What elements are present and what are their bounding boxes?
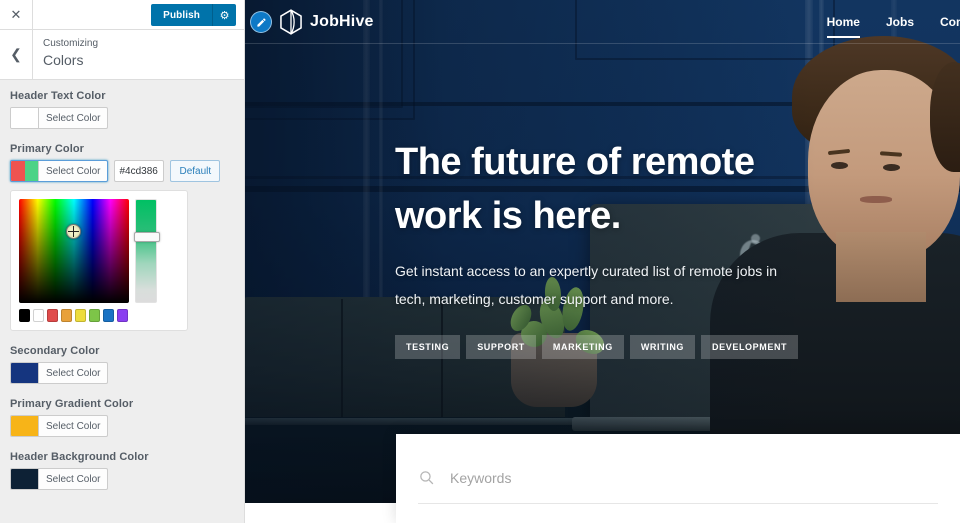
control-label: Secondary Color (10, 345, 100, 357)
select-color-button[interactable]: Select Color (10, 415, 109, 437)
screen: ✕ Publish ⚙ ❮ Customizing Colors Header … (0, 0, 960, 523)
control-secondary-color: Secondary Color Select Color (10, 345, 234, 384)
control-label: Header Background Color (10, 451, 149, 463)
customizer-sidebar: ✕ Publish ⚙ ❮ Customizing Colors Header … (0, 0, 245, 523)
palette-swatch[interactable] (19, 309, 30, 322)
select-color-label: Select Color (46, 420, 101, 432)
brand: JobHive (245, 9, 374, 35)
control-header-background-color: Header Background Color Select Color (10, 451, 234, 490)
pencil-edit-icon[interactable] (250, 11, 272, 33)
panel-title: Colors (43, 52, 84, 68)
select-color-label: Select Color (46, 112, 101, 124)
customizing-label: Customizing (43, 38, 99, 49)
site-nav: Home Jobs Comp (826, 0, 960, 44)
picker-cursor-icon[interactable] (66, 224, 81, 239)
hero-subtitle: Get instant access to an expertly curate… (395, 263, 778, 307)
control-primary-gradient-color: Primary Gradient Color Select Color (10, 398, 234, 437)
gear-icon[interactable]: ⚙ (212, 4, 236, 26)
hero-content: The future of remote work is here. Get i… (395, 135, 825, 359)
site-header: JobHive Home Jobs Comp (245, 0, 960, 44)
picker-row: Select Color (10, 362, 234, 384)
hue-alpha-slider[interactable] (134, 199, 160, 303)
default-button[interactable]: Default (170, 160, 221, 182)
select-color-label: Select Color (46, 473, 101, 485)
job-search-card (396, 434, 960, 523)
picker-row: Select Color (10, 468, 234, 490)
control-label: Primary Color (10, 143, 85, 155)
back-chevron-icon[interactable]: ❮ (0, 30, 33, 79)
select-color-label: Select Color (46, 367, 101, 379)
select-color-button[interactable]: Select Color (10, 160, 109, 182)
slider-handle[interactable] (134, 232, 160, 242)
hero-section: JobHive Home Jobs Comp The future of rem… (245, 0, 960, 503)
picker-row: Select Color (10, 107, 234, 129)
control-header-text-color: Header Text Color Select Color (10, 90, 234, 129)
hero-title-line-2: work is here. (395, 195, 621, 237)
nav-item-companies[interactable]: Comp (940, 0, 960, 44)
search-row (418, 452, 938, 504)
select-color-button[interactable]: Select Color (10, 107, 109, 129)
picker-row: Select Color #4cd386 Default (10, 160, 234, 182)
tag-marketing[interactable]: MARKETING (541, 335, 624, 359)
brand-name: JobHive (310, 13, 374, 30)
tag-support[interactable]: SUPPORT (466, 335, 536, 359)
hero-tag-list: TESTING SUPPORT MARKETING WRITING DEVELO… (395, 335, 825, 359)
color-swatch (11, 416, 39, 436)
color-swatch (11, 469, 39, 489)
control-label: Primary Gradient Color (10, 398, 134, 410)
nav-item-home[interactable]: Home (826, 0, 861, 44)
color-picker-popup (10, 190, 188, 331)
color-swatch (11, 108, 39, 128)
customizer-controls: Header Text Color Select Color Primary C… (0, 80, 244, 490)
hero-title: The future of remote work is here. (395, 135, 825, 243)
palette-swatch[interactable] (103, 309, 114, 322)
hex-color-input[interactable]: #4cd386 (114, 160, 165, 182)
saturation-value-field[interactable] (19, 199, 129, 303)
search-icon (418, 469, 442, 486)
control-label: Header Text Color (10, 90, 106, 102)
color-swatch (11, 363, 39, 383)
palette-swatch[interactable] (47, 309, 58, 322)
tag-development[interactable]: DEVELOPMENT (701, 335, 799, 359)
search-input[interactable] (442, 469, 938, 486)
tag-testing[interactable]: TESTING (395, 335, 461, 359)
control-primary-color: Primary Color Select Color #4cd386 Defau… (10, 143, 234, 331)
color-picker-left (19, 199, 129, 322)
hexagon-logo-icon (280, 9, 302, 35)
palette-swatch[interactable] (89, 309, 100, 322)
close-icon[interactable]: ✕ (0, 0, 33, 29)
palette-swatch[interactable] (75, 309, 86, 322)
nav-item-jobs[interactable]: Jobs (886, 0, 914, 44)
preset-palette (19, 309, 129, 322)
tag-writing[interactable]: WRITING (629, 335, 696, 359)
palette-swatch[interactable] (117, 309, 128, 322)
select-color-button[interactable]: Select Color (10, 362, 109, 384)
select-color-button[interactable]: Select Color (10, 468, 109, 490)
color-swatch (11, 161, 39, 181)
publish-button[interactable]: Publish (151, 4, 212, 26)
hero-title-line-1: The future of remote (395, 141, 755, 183)
customizer-header: ❮ Customizing Colors (0, 30, 244, 80)
customizer-titles: Customizing Colors (33, 30, 98, 79)
select-color-label: Select Color (46, 165, 101, 177)
palette-swatch[interactable] (61, 309, 72, 322)
site-preview: JobHive Home Jobs Comp The future of rem… (245, 0, 960, 523)
picker-row: Select Color (10, 415, 234, 437)
customizer-topbar: ✕ Publish ⚙ (0, 0, 244, 30)
palette-swatch[interactable] (33, 309, 44, 322)
